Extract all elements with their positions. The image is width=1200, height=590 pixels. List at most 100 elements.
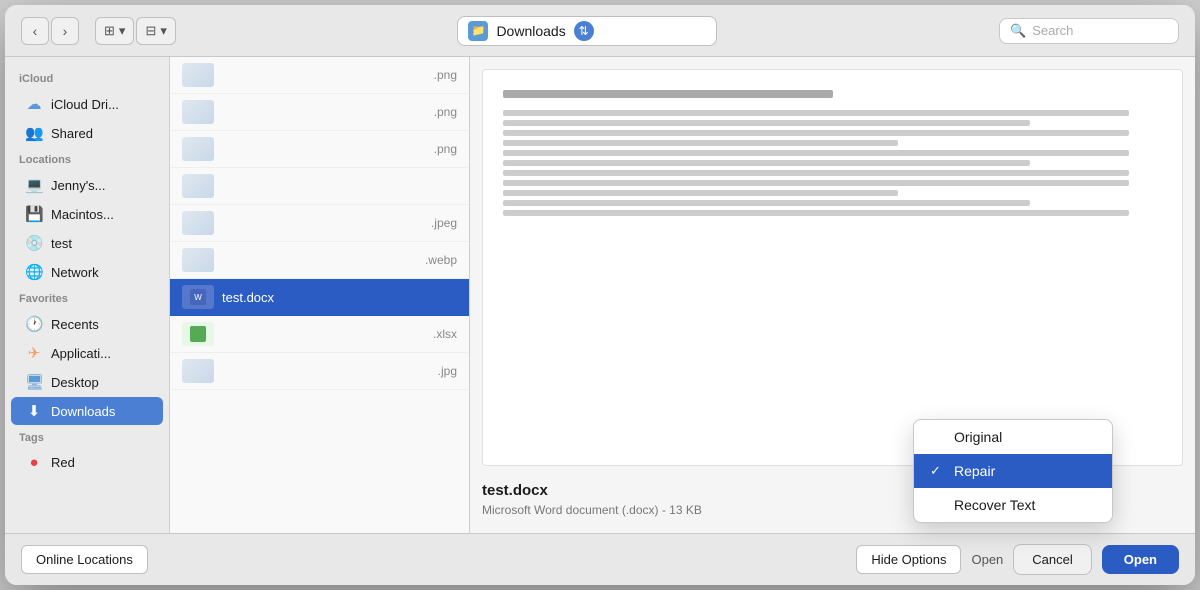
- file-thumbnail: [182, 322, 214, 346]
- grid-view-arrow: ▾: [160, 23, 167, 39]
- hide-options-button[interactable]: Hide Options: [856, 545, 961, 574]
- table-row[interactable]: W test.docx: [170, 279, 469, 316]
- file-thumbnail: W: [182, 285, 214, 309]
- table-row[interactable]: [170, 168, 469, 205]
- file-ext: .jpeg: [431, 216, 457, 230]
- file-thumbnail: [182, 63, 214, 87]
- table-row[interactable]: .png: [170, 94, 469, 131]
- menu-item-label: Recover Text: [954, 497, 1035, 513]
- menu-item-original[interactable]: Original: [914, 420, 1112, 454]
- sidebar-item-label: Macintos...: [51, 207, 114, 222]
- doc-line: [503, 210, 1129, 216]
- downloads-icon: ⬇: [25, 402, 43, 420]
- sidebar: iCloud ☁ iCloud Dri... 👥 Shared Location…: [5, 57, 170, 533]
- menu-item-repair[interactable]: ✓ Repair: [914, 454, 1112, 488]
- sidebar-item-label: test: [51, 236, 72, 251]
- sidebar-item-applications[interactable]: ✈ Applicati...: [11, 339, 163, 367]
- table-row[interactable]: .png: [170, 131, 469, 168]
- sidebar-item-label: Desktop: [51, 375, 99, 390]
- nav-buttons: ‹ ›: [21, 17, 79, 45]
- column-view-icon: ⊞: [104, 23, 115, 39]
- table-row[interactable]: .webp: [170, 242, 469, 279]
- location-stepper-icon[interactable]: ⇅: [574, 21, 594, 41]
- table-row[interactable]: .xlsx: [170, 316, 469, 353]
- sidebar-item-network[interactable]: 🌐 Network: [11, 258, 163, 286]
- search-box[interactable]: 🔍 Search: [999, 18, 1179, 44]
- table-row[interactable]: .jpg: [170, 353, 469, 390]
- doc-line: [503, 150, 1129, 156]
- menu-item-recover-text[interactable]: Recover Text: [914, 488, 1112, 522]
- file-ext: .jpg: [438, 364, 457, 378]
- doc-line: [503, 110, 1129, 116]
- sidebar-item-label: Jenny's...: [51, 178, 106, 193]
- doc-line: [503, 170, 1129, 176]
- file-thumbnail: [182, 359, 214, 383]
- back-button[interactable]: ‹: [21, 17, 49, 45]
- view-buttons: ⊞ ▾ ⊟ ▾: [95, 17, 176, 45]
- grid-view-button[interactable]: ⊟ ▾: [136, 17, 175, 45]
- table-row[interactable]: .png: [170, 57, 469, 94]
- column-view-arrow: ▾: [119, 23, 126, 39]
- file-ext: .webp: [425, 253, 457, 267]
- bottom-bar: Online Locations Hide Options Open Cance…: [5, 533, 1195, 585]
- sidebar-item-downloads[interactable]: ⬇ Downloads: [11, 397, 163, 425]
- online-locations-button[interactable]: Online Locations: [21, 545, 148, 574]
- file-name: test.docx: [222, 290, 449, 305]
- locations-section-label: Locations: [5, 148, 169, 170]
- sidebar-item-label: Network: [51, 265, 99, 280]
- search-icon: 🔍: [1010, 23, 1026, 39]
- file-thumbnail: [182, 174, 214, 198]
- sidebar-item-label: Downloads: [51, 404, 115, 419]
- sidebar-item-macintosh[interactable]: 💾 Macintos...: [11, 200, 163, 228]
- open-button[interactable]: Open: [1102, 545, 1179, 574]
- sidebar-item-desktop[interactable]: 🖥 Desktop: [11, 368, 163, 396]
- location-folder-icon: 📁: [468, 21, 488, 41]
- location-pill[interactable]: 📁 Downloads ⇅: [457, 16, 717, 46]
- column-view-button[interactable]: ⊞ ▾: [95, 17, 134, 45]
- sidebar-item-shared[interactable]: 👥 Shared: [11, 119, 163, 147]
- red-tag-icon: ●: [25, 454, 43, 471]
- search-input[interactable]: Search: [1032, 23, 1073, 38]
- file-list-panel: .png .png .png: [170, 57, 470, 533]
- doc-line: [503, 200, 1030, 206]
- file-ext: .png: [434, 68, 457, 82]
- toolbar: ‹ › ⊞ ▾ ⊟ ▾ 📁 Downloads ⇅ 🔍 Search: [5, 5, 1195, 57]
- network-icon: 🌐: [25, 263, 43, 281]
- file-thumbnail: [182, 100, 214, 124]
- sidebar-item-label: Red: [51, 455, 75, 470]
- sidebar-item-label: Recents: [51, 317, 99, 332]
- icloud-section-label: iCloud: [5, 67, 169, 89]
- file-ext: .png: [434, 105, 457, 119]
- applications-icon: ✈: [25, 344, 43, 362]
- sidebar-item-label: Applicati...: [51, 346, 111, 361]
- tags-section-label: Tags: [5, 426, 169, 448]
- jenny-icon: 💻: [25, 176, 43, 194]
- menu-item-label: Original: [954, 429, 1002, 445]
- favorites-section-label: Favorites: [5, 287, 169, 309]
- open-with-group: Open: [971, 552, 1003, 567]
- location-bar: 📁 Downloads ⇅: [186, 16, 989, 46]
- file-ext: .xlsx: [433, 327, 457, 341]
- doc-line: [503, 120, 1030, 126]
- icloud-drive-icon: ☁: [25, 95, 43, 113]
- doc-line: [503, 90, 833, 98]
- open-label: Open: [971, 552, 1003, 567]
- sidebar-item-jenny[interactable]: 💻 Jenny's...: [11, 171, 163, 199]
- desktop-icon: 🖥: [25, 373, 43, 391]
- macintosh-icon: 💾: [25, 205, 43, 223]
- doc-line: [503, 190, 898, 196]
- table-row[interactable]: .jpeg: [170, 205, 469, 242]
- file-open-dialog: ‹ › ⊞ ▾ ⊟ ▾ 📁 Downloads ⇅ 🔍 Search: [5, 5, 1195, 585]
- doc-line: [503, 160, 1030, 166]
- sidebar-item-test[interactable]: 💿 test: [11, 229, 163, 257]
- open-with-dropdown-menu: Original ✓ Repair Recover Text: [913, 419, 1113, 523]
- recents-icon: 🕐: [25, 315, 43, 333]
- sidebar-item-tag-red[interactable]: ● Red: [11, 449, 163, 476]
- file-thumbnail: [182, 211, 214, 235]
- cancel-button[interactable]: Cancel: [1013, 544, 1091, 575]
- sidebar-item-recents[interactable]: 🕐 Recents: [11, 310, 163, 338]
- sidebar-item-icloud-drive[interactable]: ☁ iCloud Dri...: [11, 90, 163, 118]
- grid-view-icon: ⊟: [145, 23, 156, 39]
- forward-button[interactable]: ›: [51, 17, 79, 45]
- check-icon: ✓: [930, 463, 946, 479]
